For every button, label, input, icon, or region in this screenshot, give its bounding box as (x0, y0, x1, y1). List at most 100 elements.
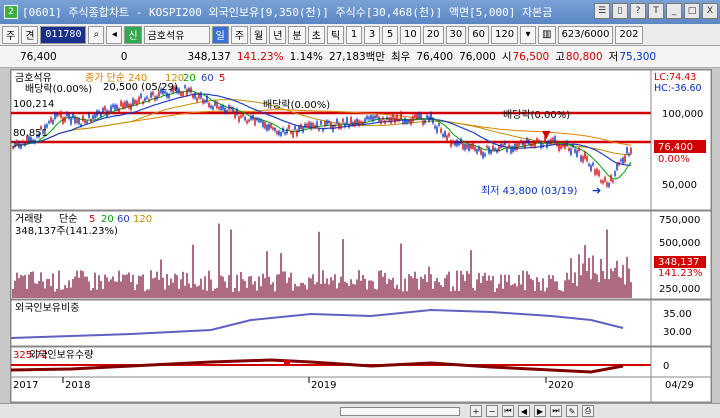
period-week[interactable]: 주 (230, 25, 249, 44)
mode-select[interactable]: 견 (21, 25, 39, 44)
stock-chart[interactable]: 금호석유 종가 단순 240 120 20 60 5 100,214 80,85… (10, 69, 712, 403)
volume-bar (98, 275, 100, 298)
maximize-button[interactable]: □ (684, 3, 700, 19)
volume-bar (164, 289, 166, 298)
volume-bar (530, 278, 532, 298)
print-icon[interactable]: ⎙ (582, 405, 594, 417)
interval-20[interactable]: 20 (422, 25, 444, 44)
price-left-label-low: 80,851 (13, 128, 48, 139)
menu-icon[interactable]: ☰ (594, 3, 610, 19)
open-value: 76,500 (512, 50, 550, 63)
volume-bar (360, 280, 362, 298)
volume-bar (574, 272, 576, 298)
foreign-qty-axis[interactable] (650, 346, 712, 378)
volume-bar (396, 284, 398, 298)
volume-bar (40, 272, 42, 298)
volume-bar (568, 279, 570, 298)
volume-bar (448, 271, 450, 298)
volume-bar (582, 263, 584, 298)
market-select[interactable]: 주 (2, 25, 20, 44)
volume-bar (558, 289, 560, 298)
price-panel[interactable]: 금호석유 종가 단순 240 120 20 60 5 100,214 80,85… (10, 69, 652, 211)
stock-name-field[interactable]: 금호석유 (143, 25, 210, 44)
volume-bar (176, 275, 178, 298)
period-year[interactable]: 년 (269, 25, 287, 44)
period-minute[interactable]: 분 (288, 25, 306, 44)
volume-bar (578, 254, 580, 298)
help-icon[interactable]: ? (630, 3, 646, 19)
window-controls: ☰ ▯ ? T _ □ X (594, 3, 718, 19)
volume-bar (616, 260, 618, 298)
volume-bar (434, 281, 436, 298)
close-button[interactable]: X (702, 3, 718, 19)
interval-3[interactable]: 3 (364, 25, 381, 44)
interval-60[interactable]: 60 (468, 25, 489, 44)
last-icon[interactable]: ⏭ (550, 405, 562, 417)
count-input[interactable]: 623/6000 (557, 25, 614, 44)
dividend-value-1: 20,500 (05/29) (103, 82, 178, 93)
volume-bar (224, 281, 226, 298)
volume-legend-name: 거래량 (15, 213, 43, 225)
volume-bar (596, 274, 598, 298)
chart-type-icon[interactable]: ▥ (538, 25, 556, 44)
zoom-in-icon[interactable]: + (470, 405, 482, 417)
foreign-qty-panel[interactable]: 325.72 외국인보유수량 (10, 346, 652, 378)
volume-bar (154, 277, 156, 298)
period-tick[interactable]: 틱 (326, 25, 345, 44)
volume-bar (18, 278, 20, 298)
foreign-ratio-axis[interactable] (650, 299, 712, 347)
volume-bar (32, 271, 34, 298)
volume-bar (470, 250, 472, 298)
dropdown-icon[interactable]: ▾ (520, 25, 537, 44)
forward-icon[interactable]: ▶ (534, 405, 546, 417)
chart-area[interactable]: 금호석유 종가 단순 240 120 20 60 5 100,214 80,85… (10, 69, 712, 403)
volume-bar (280, 253, 282, 298)
current-change-tag: 0.00% (658, 154, 690, 165)
interval-1[interactable]: 1 (346, 25, 363, 44)
volume-bar (88, 281, 90, 298)
volume-bar (138, 275, 140, 298)
date-field[interactable]: 202 (615, 25, 643, 44)
volume-bar (96, 289, 98, 298)
volume-bar (210, 279, 212, 298)
first-icon[interactable]: ⏮ (502, 405, 514, 417)
interval-30[interactable]: 30 (445, 25, 467, 44)
zoom-out-icon[interactable]: − (486, 405, 498, 417)
period-second[interactable]: 초 (307, 25, 325, 44)
draw-icon[interactable]: ✎ (566, 405, 578, 417)
price-left-label-high: 100,214 (13, 99, 54, 110)
back-icon[interactable]: ◀ (518, 405, 530, 417)
volume-panel[interactable]: 거래량 단순 5 20 60 120 348,137주(141.23%) (10, 210, 652, 300)
pin-icon[interactable]: T (648, 3, 664, 19)
foreign-ratio-panel[interactable]: 외국인보유비중 (10, 299, 652, 347)
last-value: 76,400 (416, 50, 454, 63)
volume-bar (262, 273, 264, 298)
volume-bar (602, 270, 604, 298)
period-day[interactable]: 일 (211, 25, 229, 44)
scroll-track[interactable] (340, 407, 460, 416)
volume-bar (420, 276, 422, 298)
prev-icon[interactable]: ◂ (106, 25, 123, 44)
volume-current-label: 348,137주(141.23%) (15, 226, 118, 237)
volume-bar (102, 289, 104, 298)
interval-5[interactable]: 5 (382, 25, 399, 44)
volume-bar (256, 290, 258, 298)
interval-120[interactable]: 120 (490, 25, 519, 44)
volume-bar (472, 287, 474, 298)
interval-10[interactable]: 10 (400, 25, 421, 44)
volume-bar (78, 277, 80, 298)
foreign-ratio-frame (10, 299, 652, 347)
volume-bar (532, 280, 534, 298)
minimize-button[interactable]: _ (666, 3, 682, 19)
volume-bar (546, 287, 548, 298)
volume-bar (418, 289, 420, 298)
volume-bar (464, 281, 466, 298)
stock-code-input[interactable]: 011780 (40, 25, 87, 44)
volume-bar (548, 274, 550, 298)
layout-icon[interactable]: ▯ (612, 3, 628, 19)
volume-bar (264, 278, 266, 298)
volume-bar (204, 276, 206, 298)
search-icon[interactable]: ⌕ (88, 25, 105, 44)
volume-bar (184, 285, 186, 298)
period-month[interactable]: 월 (250, 25, 268, 44)
